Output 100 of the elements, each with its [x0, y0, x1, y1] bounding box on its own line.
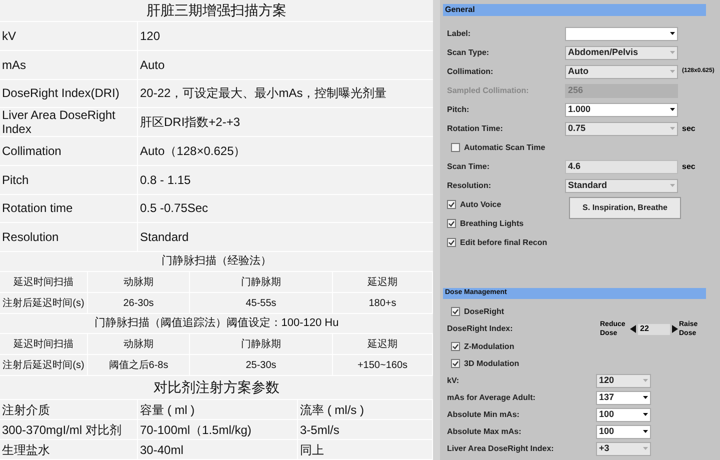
section-header: General	[443, 4, 706, 16]
table-cell: 45-55s	[190, 293, 333, 313]
table-title: 肝脏三期增强扫描方案	[0, 0, 433, 22]
checkbox-label: DoseRight	[464, 306, 504, 318]
table-cell: 阈值之后6-8s	[88, 355, 190, 375]
dropdown-arrow-icon	[670, 70, 675, 73]
table-cell: 容量 ( ml )	[138, 400, 298, 419]
checkmark-icon	[448, 239, 455, 246]
table-cell: mAs	[0, 50, 138, 78]
field-label: Rotation Time:	[447, 122, 504, 134]
field-label: Absolute Min mAs:	[447, 408, 520, 420]
checkmark-icon	[452, 308, 459, 315]
input-field[interactable]: 4.6	[565, 160, 678, 174]
dropdown[interactable]: +3	[596, 442, 651, 456]
checkmark-icon	[448, 220, 455, 227]
table-cell: 70-100ml（1.5ml/kg)	[138, 420, 298, 439]
table-cell: DoseRight Index(DRI)	[0, 80, 138, 108]
dropdown[interactable]: 120	[596, 374, 651, 388]
dropdown[interactable]: Standard	[565, 178, 678, 192]
table-cell-text: 120	[139, 28, 162, 45]
checkbox-label: 3D Modulation	[464, 358, 520, 370]
table-cell: 25-30s	[190, 355, 333, 375]
table-cell: 26-30s	[88, 293, 190, 313]
table-title: 门静脉扫描（阈值追踪法）阈值设定：100-120 Hu	[0, 314, 433, 334]
checkbox[interactable]	[447, 238, 456, 247]
checkbox-label: Z-Modulation	[464, 340, 514, 352]
field-label: Label:	[447, 28, 472, 40]
field-label: kV:	[447, 374, 460, 386]
table-cell: Resolution	[0, 223, 138, 251]
unit-label: sec	[682, 160, 696, 172]
dropdown-arrow-icon	[670, 32, 675, 35]
table-cell: 延迟时间扫描	[0, 334, 88, 354]
dropdown[interactable]: 100	[596, 424, 651, 438]
checkbox[interactable]	[451, 359, 460, 368]
checkbox-label: Auto Voice	[460, 198, 502, 210]
checkbox-label: Breathing Lights	[460, 218, 524, 230]
scrollbar[interactable]	[433, 0, 440, 460]
checkbox[interactable]	[447, 200, 456, 209]
checkmark-icon	[452, 343, 459, 350]
checkbox[interactable]	[447, 219, 456, 228]
table-title: 对比剂注射方案参数	[0, 376, 433, 400]
checkbox[interactable]	[451, 143, 460, 152]
dropdown-arrow-icon	[643, 430, 648, 433]
dropdown-arrow-icon	[670, 108, 675, 111]
dropdown-arrow-icon	[670, 184, 675, 187]
table-cell: 延迟时间扫描	[0, 272, 88, 292]
field-label: DoseRight Index:	[447, 323, 514, 335]
dropdown-arrow-icon	[670, 51, 675, 54]
table-cell-text: Auto（128×0.625）	[139, 142, 247, 160]
dropdown[interactable]: Auto	[565, 64, 678, 78]
dropdown[interactable]: Abdomen/Pelvis	[565, 46, 678, 60]
table-cell-text: 0.8 - 1.15	[139, 172, 192, 189]
checkmark-icon	[448, 201, 455, 208]
dropdown-arrow-icon	[643, 413, 648, 416]
table-cell: 门静脉期	[190, 272, 333, 292]
table-cell: 生理盐水	[0, 440, 138, 459]
left-arrow-icon[interactable]	[630, 325, 636, 333]
dropdown[interactable]: 137	[596, 390, 651, 404]
field-label: Sampled Collimation:	[447, 84, 530, 96]
table-cell: Collimation	[0, 137, 138, 165]
table-cell: Liver Area DoseRight Index	[0, 108, 138, 136]
dropdown[interactable]: 1.000	[565, 102, 678, 116]
dropdown[interactable]: 100	[596, 408, 651, 422]
checkbox[interactable]	[451, 307, 460, 316]
table-title: 门静脉扫描（经验法）	[0, 252, 433, 272]
field-label: Resolution:	[447, 180, 492, 192]
field-label: Absolute Max mAs:	[447, 426, 522, 438]
table-cell-text: 20-22，可设定最大、最小mAs，控制曝光剂量	[139, 85, 388, 102]
field-label: Collimation:	[447, 66, 494, 78]
table-cell: 30-40ml	[138, 440, 298, 459]
table-cell-text: 0.5 -0.75Sec	[139, 200, 210, 218]
table-cell: Pitch	[0, 166, 138, 194]
table-cell-text: Auto	[139, 56, 166, 74]
right-arrow-icon[interactable]	[672, 325, 678, 333]
unit-label: sec	[682, 122, 696, 134]
table-cell: 注射后延迟时间(s)	[0, 293, 88, 313]
table-cell: 注射后延迟时间(s)	[0, 355, 88, 375]
table-cell-text: Standard	[139, 229, 190, 246]
checkbox-label: Edit before final Recon	[460, 236, 548, 248]
dropdown[interactable]: 0.75	[565, 122, 678, 136]
dropdown-arrow-icon	[643, 379, 648, 382]
table-cell: 动脉期	[88, 334, 190, 354]
checkbox-label: Automatic Scan Time	[464, 142, 546, 154]
table-cell-text: 肝区DRI指数+2-+3	[139, 114, 242, 132]
table-cell: 注射介质	[0, 400, 138, 419]
checkmark-icon	[452, 360, 459, 367]
input-field[interactable]: 22	[638, 324, 670, 334]
table-cell: 门静脉期	[190, 334, 333, 354]
table-cell: 动脉期	[88, 272, 190, 292]
table-cell: kV	[0, 22, 138, 50]
table-cell: 300-370mgI/ml 对比剂	[0, 420, 138, 439]
field-label: mAs for Average Adult:	[447, 392, 536, 404]
breathe-button[interactable]: S. Inspiration, Breathe	[569, 197, 681, 219]
field-label: Pitch:	[447, 104, 470, 116]
field-label: Liver Area DoseRight Index:	[447, 442, 555, 454]
dropdown-arrow-icon	[670, 127, 675, 130]
field-label: Scan Type:	[447, 46, 490, 58]
dropdown-arrow-icon	[643, 396, 648, 399]
dropdown-arrow-icon	[643, 447, 648, 450]
checkbox[interactable]	[451, 342, 460, 351]
